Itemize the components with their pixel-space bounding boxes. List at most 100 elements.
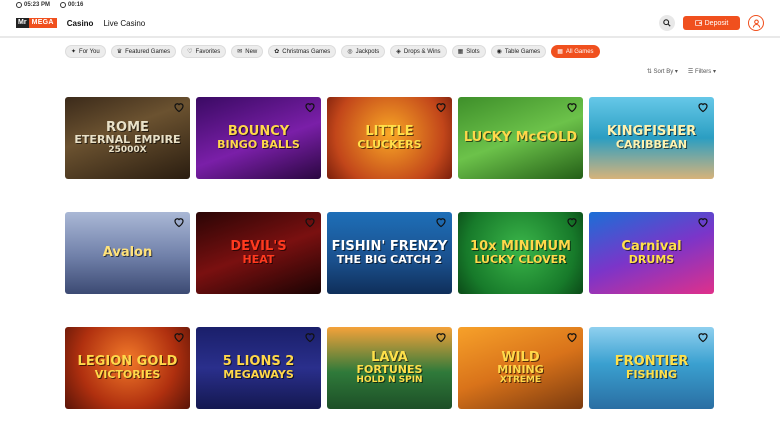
game-title: LAVA FORTUNES HOLD N SPIN — [356, 351, 422, 386]
filter-chip-featured-games[interactable]: ♛ Featured Games — [110, 45, 177, 58]
filter-label: Table Games — [504, 48, 541, 55]
logo-mr: Mr — [16, 18, 29, 28]
game-title-line: HEAT — [242, 253, 275, 267]
featured-icon: ♛ — [116, 49, 123, 55]
favorite-heart-icon[interactable] — [304, 331, 316, 343]
game-title-line: FISHIN' FRENZY — [331, 239, 448, 255]
game-title-line: XTREME — [499, 374, 542, 385]
favorite-heart-icon[interactable] — [697, 101, 709, 113]
top-header: Mr MEGA Casino Live Casino Deposit — [0, 10, 780, 36]
game-title-line: DRUMS — [628, 253, 675, 267]
category-filters: ✦ For You ♛ Featured Games ♡ Favorites ✉ New ✿ Ch… — [65, 45, 600, 58]
jackpot-icon: ◎ — [347, 49, 353, 55]
game-title: ROME ETERNAL EMPIRE 25000X — [74, 121, 180, 156]
brand-logo[interactable]: Mr MEGA — [16, 18, 57, 28]
game-title-line: 25000X — [108, 144, 147, 155]
favorite-heart-icon[interactable] — [566, 101, 578, 113]
game-title: FISHIN' FRENZY THE BIG CATCH 2 — [332, 240, 448, 265]
filter-chip-for-you[interactable]: ✦ For You — [65, 45, 106, 58]
game-tile[interactable]: FISHIN' FRENZY THE BIG CATCH 2 — [327, 212, 452, 294]
drops-icon: ◈ — [396, 49, 401, 55]
game-title: 5 LIONS 2 MEGAWAYS — [223, 355, 295, 380]
game-title: Avalon — [103, 246, 153, 260]
game-tile[interactable]: LUCKY McGOLD — [458, 97, 583, 179]
status-time-2: 00:16 — [60, 2, 83, 8]
game-title: FRONTIER FISHING — [615, 355, 688, 380]
deposit-label: Deposit — [704, 19, 729, 27]
chevron-down-icon: ▾ — [712, 69, 716, 75]
nav-live-casino[interactable]: Live Casino — [103, 19, 145, 28]
wallet-icon — [694, 20, 702, 26]
game-title-line: HOLD N SPIN — [356, 374, 423, 385]
game-title-line: FRONTIER — [614, 354, 689, 370]
game-title-line: THE BIG CATCH 2 — [336, 253, 443, 267]
chevron-down-icon: ▾ — [674, 69, 678, 75]
favorite-heart-icon[interactable] — [697, 216, 709, 228]
game-tile[interactable]: KINGFISHER CARIBBEAN — [589, 97, 714, 179]
game-tile[interactable]: LITTLE CLUCKERS — [327, 97, 452, 179]
favorite-heart-icon[interactable] — [304, 216, 316, 228]
status-bar: 05:23 PM 00:16 — [0, 0, 780, 10]
game-title-line: WILD — [501, 349, 540, 365]
favorite-heart-icon[interactable] — [435, 101, 447, 113]
all-games-icon: ▦ — [557, 49, 563, 55]
account-button[interactable] — [748, 15, 764, 31]
favorite-heart-icon[interactable] — [173, 331, 185, 343]
filter-chip-favorites[interactable]: ♡ Favorites — [181, 45, 227, 58]
filter-label: Slots — [466, 48, 480, 55]
favorite-heart-icon[interactable] — [566, 331, 578, 343]
filter-chip-table-games[interactable]: ◉ Table Games — [490, 45, 547, 58]
filter-label: Favorites — [195, 48, 221, 55]
filter-chip-drops-wins[interactable]: ◈ Drops & Wins — [390, 45, 447, 58]
filter-chip-new[interactable]: ✉ New — [231, 45, 264, 58]
filter-chip-jackpots[interactable]: ◎ Jackpots — [341, 45, 386, 58]
favorite-heart-icon[interactable] — [304, 101, 316, 113]
table-games-icon: ◉ — [496, 49, 502, 55]
game-tile[interactable]: WILD MINING XTREME — [458, 327, 583, 409]
game-title-line: LITTLE — [365, 124, 414, 140]
game-tile[interactable]: Avalon — [65, 212, 190, 294]
heart-icon: ♡ — [187, 49, 193, 55]
favorite-heart-icon[interactable] — [173, 101, 185, 113]
game-tile[interactable]: LAVA FORTUNES HOLD N SPIN — [327, 327, 452, 409]
deposit-button[interactable]: Deposit — [683, 16, 740, 30]
game-tile[interactable]: 5 LIONS 2 MEGAWAYS — [196, 327, 321, 409]
game-title-line: 5 LIONS 2 — [222, 354, 295, 370]
game-tile[interactable]: LEGION GOLD VICTORIES — [65, 327, 190, 409]
filter-label: Christmas Games — [282, 48, 331, 55]
game-title: 10x MINIMUM LUCKY CLOVER — [470, 240, 571, 265]
game-title-line: LEGION GOLD — [77, 354, 178, 370]
game-title: BOUNCY BINGO BALLS — [217, 125, 300, 150]
search-button[interactable] — [659, 15, 675, 31]
game-title-line: DEVIL'S — [230, 239, 287, 255]
filter-label: Featured Games — [125, 48, 171, 55]
game-title-line: LUCKY CLOVER — [474, 253, 567, 267]
sparkle-icon: ✦ — [71, 49, 77, 55]
favorite-heart-icon[interactable] — [697, 331, 709, 343]
game-title-line: 10x MINIMUM — [470, 239, 571, 255]
favorite-heart-icon[interactable] — [566, 216, 578, 228]
filter-chip-slots[interactable]: ▦ Slots — [451, 45, 486, 58]
game-tile[interactable]: FRONTIER FISHING — [589, 327, 714, 409]
game-tile[interactable]: BOUNCY BINGO BALLS — [196, 97, 321, 179]
game-tile[interactable]: Carnival DRUMS — [589, 212, 714, 294]
filter-label: New — [245, 48, 258, 55]
sort-by-button[interactable]: ⇅ Sort By ▾ — [647, 68, 678, 75]
filter-icon: ☰ — [687, 69, 694, 75]
filter-chip-christmas-games[interactable]: ✿ Christmas Games — [268, 45, 337, 58]
game-title-line: Carnival — [621, 239, 682, 255]
logo-mega: MEGA — [28, 18, 57, 28]
favorite-heart-icon[interactable] — [435, 216, 447, 228]
game-tile[interactable]: DEVIL'S HEAT — [196, 212, 321, 294]
christmas-icon: ✿ — [274, 49, 280, 55]
favorite-heart-icon[interactable] — [173, 216, 185, 228]
game-title-line: KINGFISHER — [606, 124, 697, 140]
game-tile[interactable]: 10x MINIMUM LUCKY CLOVER — [458, 212, 583, 294]
nav-casino[interactable]: Casino — [67, 19, 94, 28]
filters-button[interactable]: ☰ Filters ▾ — [688, 68, 716, 75]
game-title: LITTLE CLUCKERS — [357, 125, 421, 150]
favorite-heart-icon[interactable] — [435, 331, 447, 343]
filter-chip-all-games[interactable]: ▦ All Games — [551, 45, 600, 58]
game-title-line: BOUNCY — [227, 124, 290, 140]
game-tile[interactable]: ROME ETERNAL EMPIRE 25000X — [65, 97, 190, 179]
